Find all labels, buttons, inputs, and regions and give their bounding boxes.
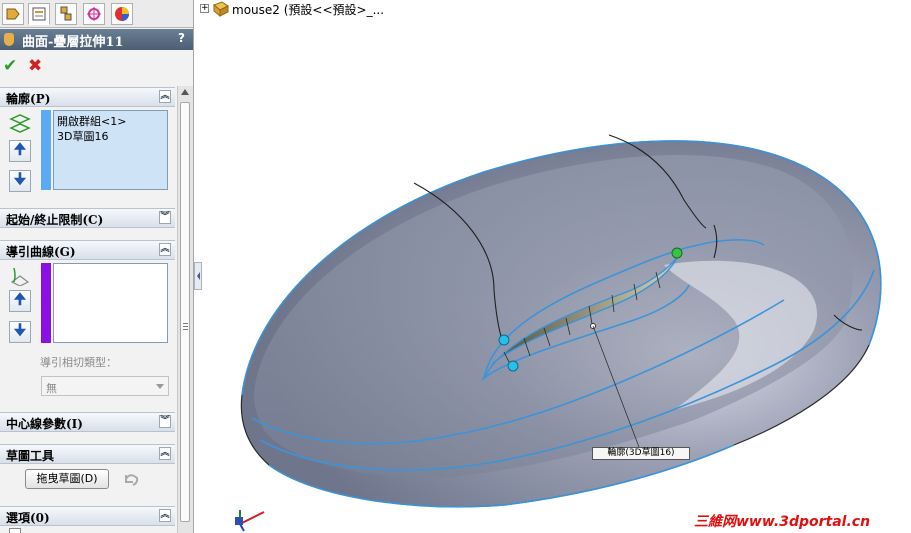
move-down-button[interactable]: 🠋 — [9, 170, 31, 192]
dimxpert-tab[interactable] — [83, 3, 105, 25]
guide-tangency-label: 導引相切類型： — [40, 356, 117, 369]
help-button[interactable]: ? — [178, 31, 185, 45]
list-item[interactable]: 開啟群組<1> — [57, 113, 126, 129]
collapse-icon[interactable]: ︽ — [159, 509, 171, 522]
start-end-constraints-group-header[interactable]: 起始/終止限制(C) ︾ — [0, 208, 175, 228]
guide-move-up-button[interactable]: 🠉 — [9, 290, 31, 312]
profile-loft-icon — [9, 114, 31, 133]
property-manager-title-bar: 曲面-疊層拉伸11 ? — [0, 29, 193, 50]
feature-manager-tab[interactable] — [2, 3, 24, 25]
property-manager-icon — [32, 7, 46, 21]
options-group-header[interactable]: 選項(0) ︽ — [0, 506, 175, 526]
collapse-icon[interactable]: ︽ — [159, 90, 171, 103]
feature-manager-icon — [6, 8, 20, 20]
ok-button[interactable]: ✔ — [3, 56, 17, 76]
dimxpert-icon — [87, 7, 101, 21]
guide-move-down-button[interactable]: 🠋 — [9, 321, 31, 343]
scrollbar-thumb[interactable] — [180, 102, 190, 522]
centerline-params-title: 中心線參數(I) — [6, 417, 83, 431]
profiles-selection-list[interactable]: 開啟群組<1> 3D草圖16 — [53, 110, 168, 190]
expand-icon[interactable]: ︾ — [159, 211, 171, 224]
expand-icon[interactable]: ︾ — [159, 415, 171, 428]
graphics-area[interactable]: + mouse2 (預設<<預設>_... 輪廓(3D草圖16) 三維网www.… — [194, 0, 911, 533]
configuration-manager-icon — [60, 6, 72, 21]
undo-sketch-drag-icon[interactable] — [121, 470, 141, 488]
mouse-3d-model[interactable] — [194, 0, 911, 533]
arrow-down-icon: 🠋 — [13, 320, 27, 339]
scroll-up-icon[interactable] — [181, 89, 189, 95]
loft-feature-icon — [4, 33, 14, 46]
list-item[interactable]: 3D草圖16 — [57, 128, 108, 144]
start-handle-icon[interactable] — [498, 334, 510, 346]
guide-curves-group-header[interactable]: 導引曲線(G) ︽ — [0, 240, 175, 260]
start-end-constraints-title: 起始/終止限制(C) — [6, 213, 104, 227]
property-manager-panel: 曲面-疊層拉伸11 ? ✔ ✖ 輪廓(P) ︽ 🠉 🠋 開啟群組<1> 3D草圖… — [0, 0, 194, 533]
collapse-icon[interactable]: ︽ — [159, 447, 171, 460]
drag-sketch-button[interactable]: 拖曳草圖(D) — [25, 469, 109, 489]
arrow-up-icon: 🠉 — [13, 139, 27, 158]
profiles-group-header[interactable]: 輪廓(P) ︽ — [0, 87, 175, 107]
display-manager-tab[interactable] — [111, 3, 133, 25]
arrow-up-icon: 🠉 — [13, 289, 27, 308]
move-up-button[interactable]: 🠉 — [9, 140, 31, 162]
guide-tangency-value: 無 — [46, 382, 57, 395]
guide-curve-icon — [10, 267, 30, 286]
configuration-manager-tab[interactable] — [55, 3, 77, 25]
chevron-down-icon — [156, 384, 164, 389]
guides-selection-list[interactable] — [53, 263, 168, 343]
sketch-tools-group-header[interactable]: 草圖工具 ︽ — [0, 444, 175, 464]
centerline-params-group-header[interactable]: 中心線參數(I) ︾ — [0, 412, 175, 432]
collapse-icon[interactable]: ︽ — [159, 243, 171, 256]
profiles-color-bar — [41, 110, 51, 190]
coordinate-triad-icon — [235, 510, 265, 532]
end-handle-icon[interactable] — [671, 247, 683, 259]
watermark-text: 三維网www.3dportal.cn — [694, 514, 871, 530]
cancel-button[interactable]: ✖ — [28, 56, 42, 76]
options-title: 選項(0) — [6, 511, 50, 525]
guide-curves-title: 導引曲線(G) — [6, 245, 76, 259]
profiles-group-title: 輪廓(P) — [6, 92, 51, 106]
guide-tangency-select[interactable]: 無 — [41, 376, 169, 396]
panel-scrollbar[interactable] — [177, 86, 193, 533]
ok-cancel-row: ✔ ✖ — [0, 54, 176, 78]
property-manager-tab[interactable] — [28, 3, 50, 25]
sketch-tools-title: 草圖工具 — [6, 449, 55, 463]
page-title: 曲面-疊層拉伸11 — [22, 35, 124, 50]
profile-callout-label[interactable]: 輪廓(3D草圖16) — [592, 447, 690, 460]
arrow-down-icon: 🠋 — [13, 169, 27, 188]
feature-manager-tabs — [0, 0, 193, 28]
display-manager-icon — [115, 7, 129, 21]
connector-handle-icon[interactable] — [507, 360, 519, 372]
option-checkbox[interactable] — [9, 528, 21, 533]
guides-color-bar — [41, 263, 51, 343]
